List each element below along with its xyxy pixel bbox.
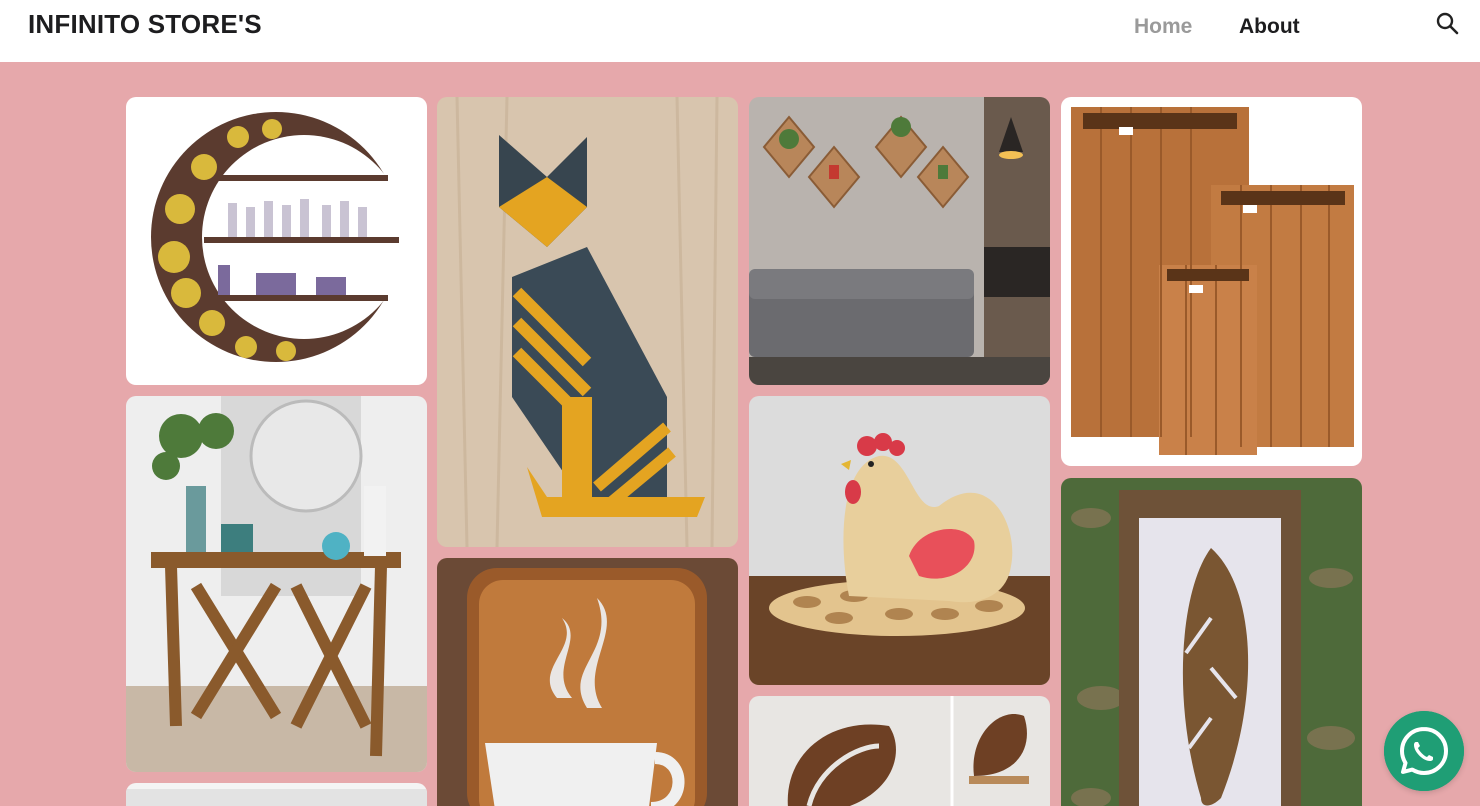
product-image	[749, 696, 1050, 806]
product-image	[126, 97, 427, 385]
product-image	[1061, 97, 1362, 466]
product-image	[437, 558, 738, 806]
nav-home-link[interactable]: Home	[1134, 15, 1192, 39]
product-card-coffee-sign[interactable]	[437, 558, 738, 806]
product-card-feather-frame[interactable]	[1061, 478, 1362, 806]
product-image	[126, 396, 427, 772]
product-card-wall-planters[interactable]	[749, 97, 1050, 385]
product-card-geometric-cat[interactable]	[437, 97, 738, 547]
nav-about-link[interactable]: About	[1239, 15, 1300, 39]
product-image	[1061, 478, 1362, 806]
product-image	[126, 783, 427, 806]
product-card-hen-egg-holder[interactable]	[749, 396, 1050, 685]
brand-logo-text[interactable]: INFINITO STORE'S	[28, 9, 262, 40]
product-card-console-table[interactable]	[126, 396, 427, 772]
search-icon[interactable]	[1434, 10, 1460, 36]
product-card-monstera-art[interactable]	[749, 696, 1050, 806]
product-card-moon-shelf[interactable]	[126, 97, 427, 385]
product-card-partial[interactable]	[126, 783, 427, 806]
site-header: INFINITO STORE'S Home About	[0, 0, 1480, 62]
whatsapp-icon[interactable]	[1384, 711, 1464, 791]
product-image	[437, 97, 738, 547]
product-image	[749, 97, 1050, 385]
product-card-planter-boxes[interactable]	[1061, 97, 1362, 466]
product-image	[749, 396, 1050, 685]
